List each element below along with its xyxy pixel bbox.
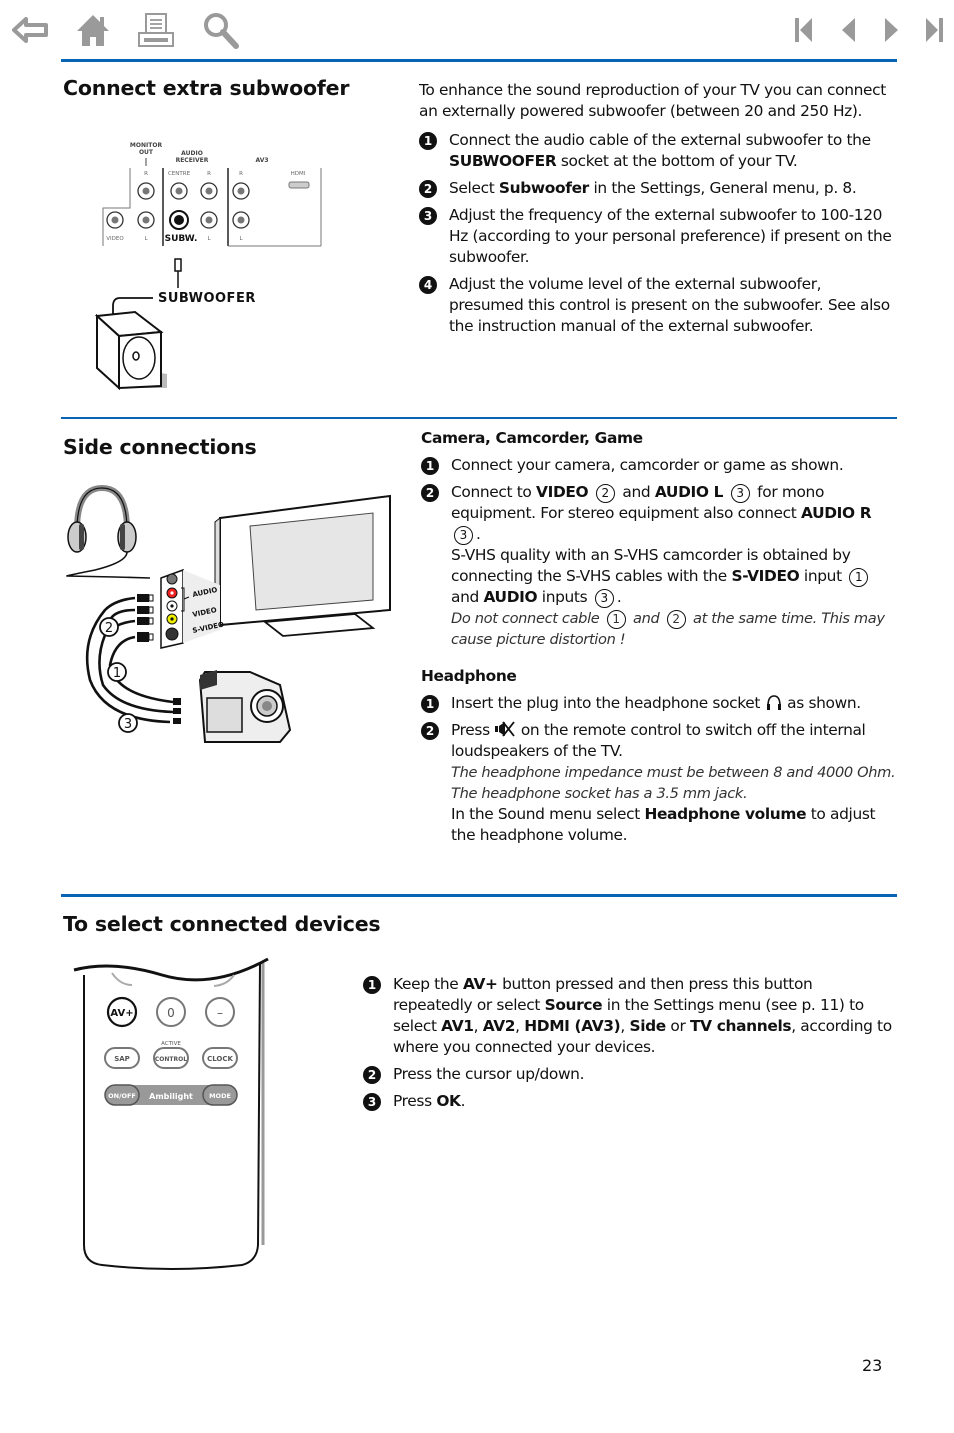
svg-text:–: – <box>217 1006 223 1020</box>
subwoofer-step-4: 4 Adjust the volume level of the externa… <box>419 274 894 337</box>
step-number-badge: 2 <box>421 722 439 740</box>
step-number-badge: 2 <box>419 180 437 198</box>
svg-text:R: R <box>144 171 148 177</box>
headphone-step-1: 1 Insert the plug into the headphone soc… <box>421 693 897 714</box>
headphone-note: The headphone impedance must be between … <box>451 764 896 802</box>
remote-control-diagram: AV+ 0 – ACTIVE SAP CONTROL CLOCK ON/OFF … <box>72 955 272 1271</box>
side-connections-text: Camera, Camcorder, Game 1 Connect your c… <box>421 428 897 852</box>
cable-3-ref: 3 <box>454 526 473 545</box>
svg-text:RECEIVER: RECEIVER <box>176 157 209 164</box>
svg-text:L: L <box>239 236 243 242</box>
av-plus-button: AV+ <box>106 996 138 1028</box>
section-rule <box>61 894 897 897</box>
active-label: ACTIVE <box>161 1041 181 1047</box>
subwoofer-step-3: 3 Adjust the frequency of the external s… <box>419 205 894 268</box>
svg-text:HDMI: HDMI <box>291 171 306 177</box>
print-icon[interactable] <box>136 10 176 50</box>
step-number-badge: 3 <box>363 1093 381 1111</box>
camera-step-1: 1 Connect your camera, camcorder or game… <box>421 455 897 476</box>
ambilight-onoff-button: ON/OFF <box>104 1084 140 1106</box>
dash-button: – <box>205 997 235 1027</box>
step-number-badge: 1 <box>419 132 437 150</box>
ambilight-mode-button: MODE <box>202 1084 238 1106</box>
previous-page-icon[interactable] <box>835 10 865 50</box>
cable-1-ref: 1 <box>606 610 626 629</box>
page-number: 23 <box>862 1356 883 1375</box>
svg-text:SAP: SAP <box>114 1055 130 1063</box>
svg-text:CENTRE: CENTRE <box>168 171 191 177</box>
last-page-icon[interactable] <box>920 10 950 50</box>
svg-text:L: L <box>207 236 211 242</box>
home-icon[interactable] <box>73 10 113 50</box>
subwoofer-step-2: 2 Select Subwoofer in the Settings, Gene… <box>419 178 894 199</box>
av3-label: AV3 <box>255 157 268 164</box>
cable-1-ref: 1 <box>849 568 869 587</box>
svg-text:R: R <box>239 171 243 177</box>
monitor-out-label: MONITOR <box>130 142 163 149</box>
svg-text:AV+: AV+ <box>110 1008 133 1019</box>
cable-3-marker: 3 <box>124 717 132 732</box>
mute-icon <box>494 720 516 738</box>
side-connections-diagram: AUDIO VIDEO S-VIDEO 2 1 3 <box>55 480 405 760</box>
subw-jack-label: SUBW. <box>165 234 198 244</box>
select-devices-title: To select connected devices <box>63 912 381 936</box>
cable-3-ref: 3 <box>594 589 614 608</box>
top-rule <box>61 59 897 62</box>
step-number-badge: 4 <box>419 276 437 294</box>
audio-receiver-label: AUDIO <box>181 150 203 157</box>
select-step-1: 1 Keep the AV+ button pressed and then p… <box>363 974 895 1058</box>
cable-2-ref: 2 <box>666 610 686 629</box>
step-number-badge: 2 <box>421 484 439 502</box>
camera-step-2: 2 Connect to VIDEO 2 and AUDIO L 3 for m… <box>421 482 897 650</box>
subwoofer-label: SUBWOOFER <box>158 291 256 306</box>
cable-2-marker: 2 <box>105 621 113 636</box>
step-number-badge: 1 <box>421 457 439 475</box>
svg-text:0: 0 <box>167 1006 175 1020</box>
svg-text:CLOCK: CLOCK <box>207 1055 233 1063</box>
clock-button: CLOCK <box>202 1047 238 1069</box>
ambilight-label: Ambilight <box>149 1092 193 1101</box>
svg-text:L: L <box>144 236 148 242</box>
cable-3-ref: 3 <box>730 484 750 503</box>
svg-text:MODE: MODE <box>209 1092 231 1100</box>
cable-1-marker: 1 <box>113 666 121 681</box>
step-number-badge: 1 <box>421 695 439 713</box>
first-page-icon[interactable] <box>790 10 820 50</box>
step-number-badge: 1 <box>363 976 381 994</box>
step-number-badge: 2 <box>363 1066 381 1084</box>
svg-text:VIDEO: VIDEO <box>106 236 124 242</box>
svg-text:CONTROL: CONTROL <box>155 1056 187 1063</box>
headphone-step-2: 2 Press on the remote control to switch … <box>421 720 897 846</box>
zero-button: 0 <box>156 997 186 1027</box>
sap-button: SAP <box>104 1047 140 1069</box>
camera-note: Do not connect cable 1 and 2 at the same… <box>451 610 885 648</box>
subwoofer-section-title: Connect extra subwoofer <box>63 76 350 100</box>
next-page-icon[interactable] <box>875 10 905 50</box>
headphone-icon <box>765 693 783 711</box>
select-step-2: 2 Press the cursor up/down. <box>363 1064 895 1085</box>
svg-text:ON/OFF: ON/OFF <box>108 1092 136 1100</box>
camera-heading: Camera, Camcorder, Game <box>421 429 643 447</box>
select-devices-text: 1 Keep the AV+ button pressed and then p… <box>363 974 895 1118</box>
back-icon[interactable] <box>10 10 50 50</box>
subwoofer-step-1: 1 Connect the audio cable of the externa… <box>419 130 894 172</box>
subwoofer-text: To enhance the sound reproduction of you… <box>419 80 894 343</box>
search-icon[interactable] <box>201 10 241 50</box>
subwoofer-connection-diagram: MONITOR OUT AUDIO RECEIVER AV3 R CENTRE … <box>94 138 330 398</box>
svg-text:OUT: OUT <box>139 149 154 156</box>
side-connections-title: Side connections <box>63 435 257 459</box>
cable-2-ref: 2 <box>595 484 615 503</box>
headphone-heading: Headphone <box>421 667 517 685</box>
step-number-badge: 3 <box>419 207 437 225</box>
select-step-3: 3 Press OK. <box>363 1091 895 1112</box>
section-rule <box>61 417 897 419</box>
subwoofer-intro: To enhance the sound reproduction of you… <box>419 81 886 120</box>
active-control-button: CONTROL <box>153 1047 189 1069</box>
svg-text:R: R <box>207 171 211 177</box>
